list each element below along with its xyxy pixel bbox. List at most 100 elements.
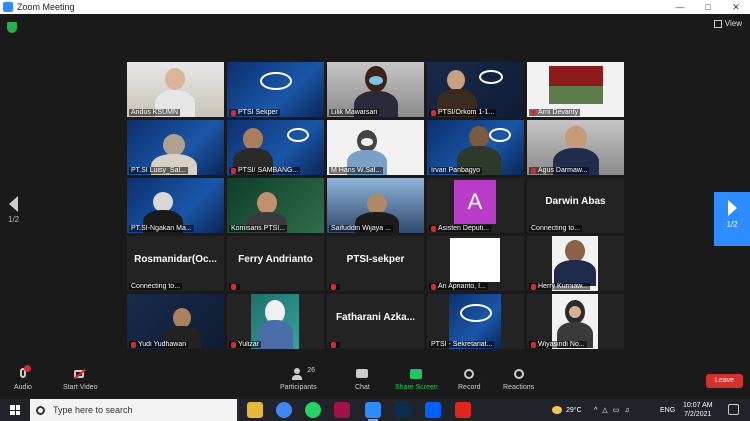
participant-name: Yulizar bbox=[229, 341, 262, 348]
participant-name: Lilik Mawarsari bbox=[329, 109, 380, 116]
taskbar-search-box[interactable]: Type here to search bbox=[30, 399, 237, 421]
record-label: Record bbox=[458, 384, 481, 391]
audio-button[interactable]: Audio bbox=[14, 365, 32, 391]
meeting-toolbar: Audio Start Video 26 Participants Chat S… bbox=[0, 364, 750, 399]
participant-name: Irvan Panbagyo bbox=[429, 167, 483, 174]
dropbox-icon[interactable] bbox=[425, 402, 441, 418]
minimize-button[interactable]: — bbox=[666, 0, 694, 14]
file-explorer-icon[interactable] bbox=[247, 402, 263, 418]
record-button[interactable]: Record bbox=[458, 367, 481, 391]
participant-name: Arni Devanty bbox=[529, 109, 581, 116]
participant-name: Yudi Yudhawan bbox=[129, 341, 189, 348]
video-tile[interactable]: Ferry Andrianto bbox=[227, 236, 324, 291]
participants-label: Participants bbox=[280, 384, 317, 391]
chat-label: Chat bbox=[355, 384, 370, 391]
video-placeholder bbox=[450, 238, 500, 282]
participant-name: M Hans W.Sal... bbox=[329, 167, 384, 174]
leave-button[interactable]: Leave bbox=[706, 374, 743, 388]
prev-page-indicator: 1/2 bbox=[8, 215, 20, 224]
participant-name: Wiyasindi No... bbox=[529, 341, 587, 348]
video-off-icon bbox=[73, 367, 87, 381]
chevron-right-icon bbox=[727, 200, 737, 216]
start-video-label: Start Video bbox=[63, 384, 98, 391]
participants-count: 26 bbox=[307, 367, 316, 374]
system-tray-icons[interactable]: ^ △ ▭ ♫ bbox=[594, 399, 630, 421]
video-tile[interactable]: A Asisten Deputi... bbox=[427, 178, 524, 233]
prev-page-button[interactable]: 1/2 bbox=[8, 196, 19, 224]
share-screen-button[interactable]: Share Screen bbox=[395, 367, 438, 391]
notification-icon[interactable] bbox=[728, 404, 739, 415]
participant-status bbox=[229, 284, 240, 290]
participant-name: Agus Darmaw... bbox=[529, 167, 590, 174]
muted-mic-icon bbox=[131, 341, 136, 348]
video-tile[interactable]: Yulizar bbox=[227, 294, 324, 349]
video-tile[interactable]: PTSI-sekper bbox=[327, 236, 424, 291]
video-tile[interactable]: Irvan Panbagyo bbox=[427, 120, 524, 175]
muted-mic-icon bbox=[531, 283, 536, 290]
video-tile[interactable]: Wiyasindi No... bbox=[527, 294, 624, 349]
chrome-icon[interactable] bbox=[276, 402, 292, 418]
security-shield-icon[interactable] bbox=[7, 22, 17, 33]
language-indicator[interactable]: ENG bbox=[660, 399, 675, 421]
window-titlebar: Zoom Meeting — □ ✕ bbox=[0, 0, 750, 14]
search-placeholder: Type here to search bbox=[53, 405, 133, 415]
view-button[interactable]: View bbox=[713, 19, 742, 28]
grid-icon bbox=[713, 19, 722, 28]
weather-widget[interactable]: 29°C bbox=[552, 399, 582, 421]
muted-mic-icon bbox=[531, 341, 536, 348]
video-tile[interactable]: Arni Devanty bbox=[527, 62, 624, 117]
muted-mic-icon bbox=[231, 109, 236, 116]
video-tile[interactable]: Herry Kurniaw... bbox=[527, 236, 624, 291]
window-title: Zoom Meeting bbox=[17, 2, 75, 12]
video-tile[interactable]: Lilik Mawarsari bbox=[327, 62, 424, 117]
start-video-button[interactable]: Start Video bbox=[63, 367, 98, 391]
muted-mic-icon bbox=[231, 284, 236, 290]
video-tile[interactable]: Andus KSUMN bbox=[127, 62, 224, 117]
windows-taskbar: Type here to search 29°C ^ △ ▭ ♫ ENG 10:… bbox=[0, 399, 750, 421]
video-tile[interactable]: Darwin Abas Connecting to... bbox=[527, 178, 624, 233]
clock-time: 10:07 AM bbox=[683, 402, 713, 409]
video-tile-active-speaker[interactable]: PT.SI Luisy_Sal... bbox=[127, 120, 224, 175]
participant-name: PTSI Sekper bbox=[229, 109, 280, 116]
participants-button[interactable]: 26 Participants bbox=[280, 367, 317, 391]
next-page-button[interactable]: 1/2 bbox=[714, 192, 750, 246]
acrobat-icon[interactable] bbox=[455, 402, 471, 418]
chevron-left-icon bbox=[9, 196, 19, 212]
muted-mic-icon bbox=[231, 341, 236, 348]
weather-icon bbox=[552, 406, 562, 414]
video-tile[interactable]: Fatharani Azka... bbox=[327, 294, 424, 349]
muted-microphone-icon bbox=[16, 365, 31, 381]
windows-start-icon[interactable] bbox=[10, 405, 20, 415]
video-tile[interactable]: Komisaris PTSI... bbox=[227, 178, 324, 233]
video-tile[interactable]: PT.SI-Ngakan Ma... bbox=[127, 178, 224, 233]
muted-mic-icon bbox=[331, 342, 336, 348]
photoshop-icon[interactable] bbox=[395, 402, 411, 418]
video-tile[interactable]: Saifuddin Wijaya ... bbox=[327, 178, 424, 233]
video-tile[interactable]: PTSI Sekper bbox=[227, 62, 324, 117]
video-tile[interactable]: PTSI/Orkom 1-1... bbox=[427, 62, 524, 117]
maximize-button[interactable]: □ bbox=[694, 0, 722, 14]
video-tile[interactable]: M Hans W.Sal... bbox=[327, 120, 424, 175]
muted-mic-icon bbox=[431, 283, 436, 290]
indesign-icon[interactable] bbox=[334, 402, 350, 418]
participant-avatar: A bbox=[454, 180, 496, 224]
weather-temp: 29°C bbox=[566, 406, 582, 414]
video-tile[interactable]: Rosmanidar(Oc... Connecting to... bbox=[127, 236, 224, 291]
share-screen-label: Share Screen bbox=[395, 384, 438, 391]
video-tile[interactable]: Agus Darmaw... bbox=[527, 120, 624, 175]
clock[interactable]: 10:07 AM 7/2/2021 bbox=[683, 399, 713, 421]
video-tile[interactable]: Yudi Yudhawan bbox=[127, 294, 224, 349]
whatsapp-icon[interactable] bbox=[305, 402, 321, 418]
muted-mic-icon bbox=[431, 225, 436, 232]
close-button[interactable]: ✕ bbox=[722, 0, 750, 14]
muted-mic-icon bbox=[531, 109, 536, 116]
participant-name: Ari Aprianto, I... bbox=[429, 283, 488, 290]
participant-name: Komisaris PTSI... bbox=[229, 225, 288, 232]
video-tile[interactable]: PTSI/ SAMBANG... bbox=[227, 120, 324, 175]
chat-button[interactable]: Chat bbox=[355, 367, 370, 391]
video-tile[interactable]: PTSI - Sekretariat... bbox=[427, 294, 524, 349]
video-tile[interactable]: Ari Aprianto, I... bbox=[427, 236, 524, 291]
zoom-taskbar-icon[interactable] bbox=[365, 402, 381, 421]
reactions-button[interactable]: Reactions bbox=[503, 367, 534, 391]
muted-mic-icon bbox=[431, 109, 436, 116]
